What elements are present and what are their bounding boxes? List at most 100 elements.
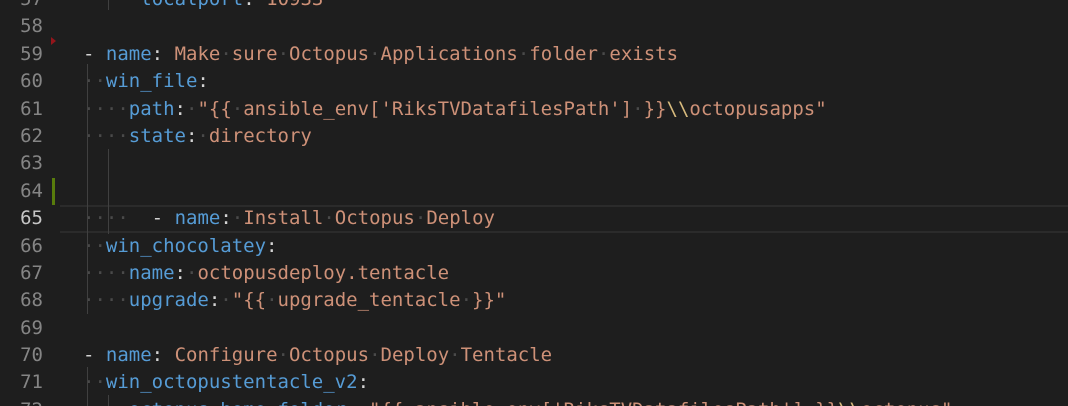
yaml-value: "{{ bbox=[369, 399, 403, 406]
yaml-key: win_octopustentacle_v2 bbox=[105, 371, 358, 394]
indent-guide bbox=[108, 395, 109, 406]
code-token: : bbox=[185, 124, 198, 147]
line-number: 72 bbox=[0, 397, 43, 406]
yaml-value: }} bbox=[643, 97, 667, 120]
code-token: : bbox=[266, 234, 278, 257]
line-number: 61 bbox=[20, 97, 43, 120]
line-code: ····name:·octopusdeploy.tentacle bbox=[83, 260, 449, 287]
whitespace-dot: · bbox=[185, 261, 198, 284]
indent-guide bbox=[108, 149, 109, 234]
code-token: - bbox=[83, 344, 95, 367]
code-line[interactable]: 60 ··win_file: bbox=[0, 68, 1068, 95]
whitespace-dot: · bbox=[220, 289, 232, 312]
code-token: : bbox=[243, 0, 254, 10]
line-number: 70 bbox=[20, 344, 43, 367]
yaml-value: Deploy bbox=[426, 207, 495, 230]
yaml-value: folder bbox=[529, 42, 598, 65]
modified-line-gutter-marker[interactable] bbox=[52, 177, 55, 205]
code-line[interactable]: 59- name: Make·sure·Octopus·Applications… bbox=[0, 36, 1068, 68]
whitespace-dot: · bbox=[231, 97, 244, 120]
code-line[interactable]: 62 ····state:·directory bbox=[0, 123, 1068, 150]
code-token: : bbox=[151, 42, 164, 65]
yaml-value: "{{ bbox=[231, 289, 267, 312]
yaml-value: octopusapps" bbox=[689, 97, 827, 120]
yaml-value: Configure bbox=[174, 344, 278, 367]
code-token: : bbox=[346, 399, 357, 406]
code-token: : bbox=[197, 70, 209, 93]
whitespace-dot: · bbox=[414, 207, 427, 230]
line-code: ···· - name:·Install·Octopus·Deploy bbox=[83, 205, 495, 232]
whitespace-dot: · bbox=[369, 42, 381, 65]
line-code: - name: Configure·Octopus·Deploy·Tentacl… bbox=[83, 342, 552, 369]
code-token: - bbox=[83, 42, 95, 65]
code-token: \\ bbox=[666, 97, 690, 120]
line-number: 62 bbox=[20, 124, 43, 147]
code-line[interactable]: 63 bbox=[0, 150, 1068, 177]
line-number: 63 bbox=[20, 152, 43, 175]
code-line[interactable]: 69 bbox=[0, 315, 1068, 342]
whitespace-dot: · bbox=[185, 97, 198, 120]
indent-guide bbox=[87, 367, 88, 406]
whitespace-dot: · bbox=[403, 399, 414, 406]
yaml-value: sure bbox=[231, 42, 278, 65]
yaml-value: Install bbox=[243, 207, 324, 230]
code-line[interactable]: 61 ····path:·"{{·ansible_env['RiksTVDataf… bbox=[0, 96, 1068, 123]
line-number: 66 bbox=[20, 234, 43, 257]
yaml-value: upgrade_tentacle bbox=[277, 289, 461, 312]
line-code: ····octopus_home_folder:·"{{·ansible_env… bbox=[83, 397, 952, 406]
line-number: 65 bbox=[20, 207, 43, 230]
yaml-key: win_chocolatey bbox=[105, 234, 267, 257]
code-token: : bbox=[220, 207, 232, 230]
yaml-key: name bbox=[174, 207, 221, 230]
code-token: : bbox=[174, 97, 186, 120]
code-line[interactable]: 72····octopus_home_folder:·"{{·ansible_e… bbox=[0, 397, 1068, 406]
whitespace-dot: · bbox=[220, 42, 232, 65]
code-line[interactable]: 66 ··win_chocolatey: bbox=[0, 233, 1068, 260]
code-line[interactable]: 70- name: Configure·Octopus·Deploy·Tenta… bbox=[0, 342, 1068, 369]
code-token: : bbox=[174, 261, 186, 284]
whitespace-dot: · bbox=[369, 344, 381, 367]
whitespace-dot: · bbox=[83, 0, 94, 10]
yaml-value: Octopus bbox=[289, 42, 370, 65]
whitespace-dot: · bbox=[632, 97, 644, 120]
line-code: - name: Make·sure·Octopus·Applications·f… bbox=[83, 41, 678, 68]
yaml-key: name bbox=[105, 344, 152, 367]
whitespace-dot: · bbox=[358, 399, 369, 406]
line-number: 64 bbox=[20, 179, 43, 202]
code-line[interactable]: 67 ····name:·octopusdeploy.tentacle bbox=[0, 260, 1068, 287]
code-line[interactable]: 64 bbox=[0, 177, 1068, 205]
whitespace-dot: ···· bbox=[83, 124, 129, 147]
line-code: ····path:·"{{·ansible_env['RiksTVDatafil… bbox=[83, 96, 827, 123]
whitespace-dot: · bbox=[804, 399, 815, 406]
whitespace-dot: · bbox=[517, 42, 530, 65]
code-line[interactable]: 57 · localport: 10933 bbox=[0, 0, 1068, 13]
yaml-value: Deploy bbox=[380, 344, 450, 367]
whitespace-dot: ···· bbox=[83, 289, 129, 312]
whitespace-dot: · bbox=[323, 207, 335, 230]
yaml-value: ansible_env['RiksTVDatafilesPath'] bbox=[415, 399, 804, 406]
yaml-key: octopus_home_folder bbox=[129, 399, 346, 406]
yaml-value: }}" bbox=[472, 289, 507, 312]
code-line[interactable]: 65 ···· - name:·Install·Octopus·Deploy bbox=[0, 205, 1068, 233]
code-token: - bbox=[151, 207, 164, 230]
code-line[interactable]: 71 ··win_octopustentacle_v2: bbox=[0, 369, 1068, 396]
code-editor[interactable]: 57· localport: 109335859- name: Make·sur… bbox=[0, 0, 1068, 406]
deleted-lines-gutter-marker[interactable] bbox=[51, 36, 56, 45]
whitespace-dot: · bbox=[231, 207, 244, 230]
yaml-value: octopusdeploy.tentacle bbox=[197, 261, 450, 284]
code-line[interactable]: 68 ····upgrade:·"{{·upgrade_tentacle·}}" bbox=[0, 287, 1068, 314]
code-token: \\ bbox=[838, 399, 861, 406]
indent-guide bbox=[87, 64, 88, 314]
whitespace-dot: · bbox=[449, 344, 461, 367]
whitespace-dot: ···· bbox=[83, 207, 129, 230]
line-code: ····state:·directory bbox=[83, 123, 312, 150]
code-line[interactable]: 58 bbox=[0, 13, 1068, 40]
